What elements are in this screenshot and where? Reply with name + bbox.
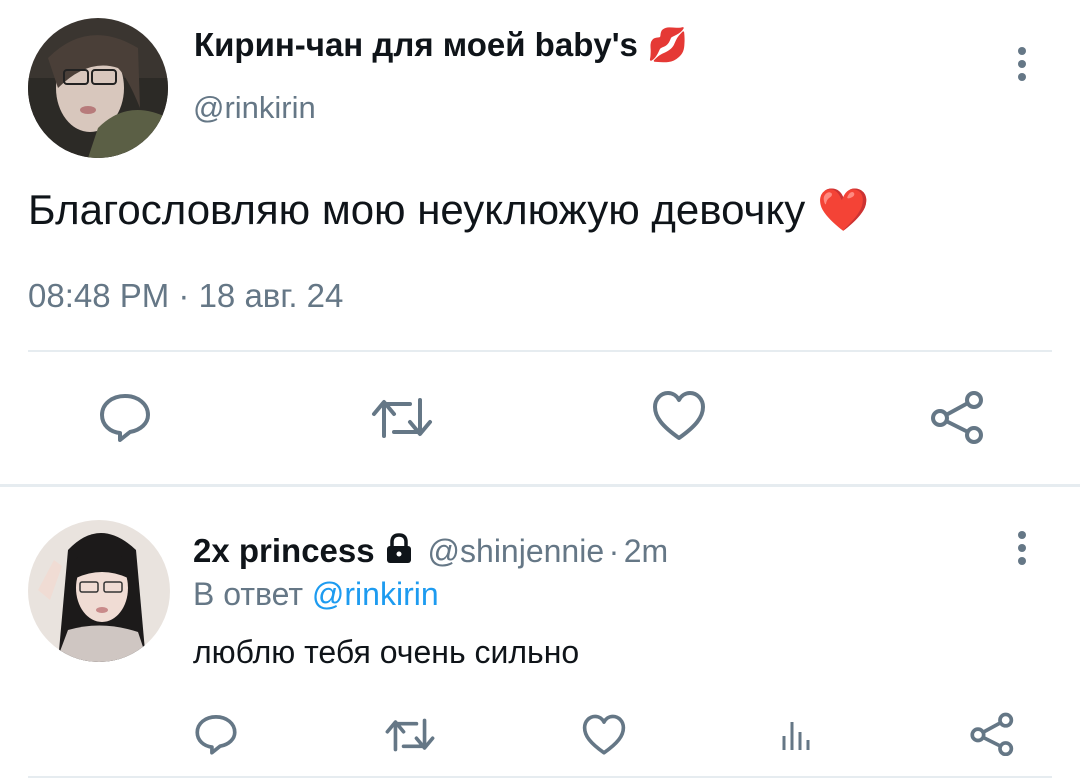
reply-to-prefix: В ответ	[193, 576, 304, 612]
reply-text: люблю тебя очень сильно	[193, 634, 580, 670]
red-heart-emoji: ❤️	[816, 186, 870, 233]
reply-author-avatar[interactable]	[28, 520, 170, 662]
reply-more-options-icon[interactable]	[1010, 528, 1034, 568]
like-icon[interactable]	[652, 390, 706, 442]
tweet-text-body: Благословляю мою неуклюжую девочку	[28, 186, 806, 233]
reply-icon[interactable]	[98, 390, 152, 444]
lock-icon	[383, 533, 415, 570]
display-name-text: Кирин-чан для моей baby's	[194, 26, 638, 63]
author-display-name[interactable]: Кирин-чан для моей baby's 💋	[194, 26, 688, 65]
author-handle[interactable]: @rinkirin	[193, 90, 316, 126]
reply-header: 2x princess @shinjennie · 2m	[193, 532, 668, 570]
reply-reply-icon[interactable]	[194, 712, 238, 756]
reply-display-name[interactable]: 2x princess	[193, 532, 375, 569]
tweet-text: Благословляю мою неуклюжую девочку ❤️	[28, 186, 869, 235]
reply-share-icon[interactable]	[968, 712, 1014, 756]
author-avatar[interactable]	[28, 18, 168, 158]
reply-to-line: В ответ @rinkirin	[193, 576, 439, 613]
reply-time[interactable]: 2m	[624, 533, 668, 569]
bottom-divider	[28, 776, 1052, 778]
divider	[28, 350, 1052, 352]
reply-like-icon[interactable]	[582, 714, 626, 756]
reply-to-handle-link[interactable]: @rinkirin	[312, 576, 439, 612]
section-separator	[0, 484, 1080, 487]
share-icon[interactable]	[928, 390, 984, 444]
analytics-icon[interactable]	[778, 718, 814, 752]
reply-retweet-icon[interactable]	[384, 714, 436, 756]
reply-handle[interactable]: @shinjennie	[428, 533, 605, 569]
meta-separator: ·	[608, 533, 620, 569]
kiss-emoji: 💋	[647, 26, 689, 63]
more-options-icon[interactable]	[1010, 44, 1034, 84]
tweet-timestamp[interactable]: 08:48 PM · 18 авг. 24	[28, 277, 343, 315]
retweet-icon[interactable]	[370, 392, 434, 444]
